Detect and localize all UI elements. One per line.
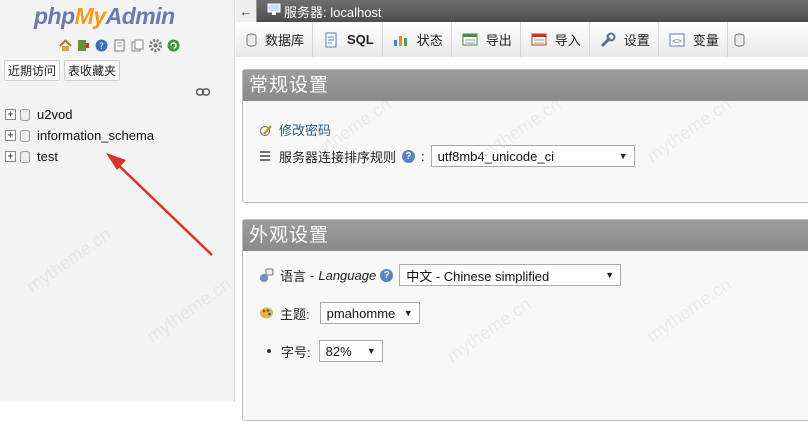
favorites-tab[interactable]: 表收藏夹 xyxy=(64,60,121,81)
database-icon xyxy=(20,129,30,142)
expand-icon[interactable]: + xyxy=(5,109,16,120)
database-name[interactable]: test xyxy=(37,149,58,164)
general-settings-panel: 常规设置 修改密码 服务器连接排序规则 ? : utf8mb4_unicode_… xyxy=(242,69,808,203)
help-icon[interactable]: ? xyxy=(94,38,109,53)
chevron-down-icon: ▼ xyxy=(366,346,376,356)
import-icon xyxy=(531,33,547,46)
appearance-settings-panel: 外观设置 语言 - Language ? 中文 - Chinese simpli… xyxy=(242,219,808,421)
language-label: 语言 xyxy=(280,268,307,284)
server-breadcrumb-bar: ← 服务器: localhost xyxy=(236,0,808,22)
database-name[interactable]: information_schema xyxy=(37,128,154,143)
home-icon[interactable] xyxy=(58,38,73,53)
database-icon xyxy=(20,150,30,163)
palette-icon xyxy=(259,306,274,320)
language-row: 语言 - Language ? 中文 - Chinese simplified … xyxy=(259,264,622,286)
database-item[interactable]: + information_schema xyxy=(5,125,154,146)
collation-label: 服务器连接排序规则 xyxy=(279,149,397,165)
font-size-row: 字号: 82% ▼ xyxy=(259,340,383,362)
export-icon xyxy=(462,33,478,46)
variables-icon: <> xyxy=(669,33,685,47)
copy-icon[interactable] xyxy=(130,38,145,53)
exit-icon[interactable] xyxy=(76,38,91,53)
server-icon xyxy=(267,3,281,19)
database-tree: + u2vod + information_schema + test xyxy=(5,104,154,167)
bullet-icon xyxy=(267,349,271,353)
tab-status[interactable]: 状态 xyxy=(383,22,452,57)
appearance-settings-title: 外观设置 xyxy=(243,220,808,251)
database-icon xyxy=(20,108,30,121)
recent-tab[interactable]: 近期访问 xyxy=(4,60,61,81)
tab-sql[interactable]: SQL xyxy=(313,22,383,57)
tab-export[interactable]: 导出 xyxy=(452,22,521,57)
collation-row: 服务器连接排序规则 ? : utf8mb4_unicode_ci ▼ xyxy=(259,145,635,167)
language-select[interactable]: 中文 - Chinese simplified ▼ xyxy=(399,264,622,286)
nav-tabs: 近期访问 表收藏夹 xyxy=(4,60,121,81)
language-label-en: Language xyxy=(318,267,377,283)
nav-icon-bar: ? xyxy=(58,38,181,53)
theme-select[interactable]: pmahomme ▼ xyxy=(319,302,420,324)
font-size-select[interactable]: 82% ▼ xyxy=(318,340,383,362)
collation-select[interactable]: utf8mb4_unicode_ci ▼ xyxy=(430,145,635,167)
status-icon xyxy=(393,33,409,47)
chevron-down-icon: ▼ xyxy=(605,270,615,280)
list-icon xyxy=(259,150,271,162)
help-icon[interactable]: ? xyxy=(402,149,416,163)
tab-variables[interactable]: <> 变量 xyxy=(659,22,728,57)
reload-icon[interactable] xyxy=(166,38,181,53)
change-password-link[interactable]: 修改密码 xyxy=(279,120,331,139)
database-icon xyxy=(246,33,257,47)
language-icon xyxy=(259,268,274,283)
settings-icon[interactable] xyxy=(148,38,163,53)
expand-icon[interactable]: + xyxy=(5,130,16,141)
chevron-down-icon: ▼ xyxy=(403,308,413,318)
server-title[interactable]: 服务器: localhost xyxy=(284,2,382,21)
tab-import[interactable]: 导入 xyxy=(521,22,590,57)
phpmyadmin-logo[interactable]: phpMyAdmin xyxy=(34,3,175,30)
database-item[interactable]: + u2vod xyxy=(5,104,154,125)
chevron-down-icon: ▼ xyxy=(618,151,628,161)
database-item[interactable]: + test xyxy=(5,146,154,167)
font-size-label: 字号: xyxy=(281,344,311,360)
navigation-panel: phpMyAdmin ? 近期访问 表收藏夹 + u2vod + informa… xyxy=(0,0,235,402)
theme-label: 主题: xyxy=(280,306,310,322)
expand-icon[interactable]: + xyxy=(5,151,16,162)
tab-settings[interactable]: 设置 xyxy=(590,22,659,57)
tab-more[interactable] xyxy=(728,22,759,57)
collapse-nav-button[interactable]: ← xyxy=(236,0,257,22)
main-menu: 数据库 SQL 状态 导出 导入 设置 <> 变量 xyxy=(236,22,808,58)
svg-text:<>: <> xyxy=(672,36,682,45)
general-settings-title: 常规设置 xyxy=(243,70,808,101)
theme-row: 主题: pmahomme ▼ xyxy=(259,302,420,324)
link-icon[interactable] xyxy=(195,84,211,99)
collation-separator: : xyxy=(421,148,425,164)
help-icon[interactable]: ? xyxy=(380,268,394,282)
database-icon xyxy=(734,33,745,47)
change-password-row: 修改密码 xyxy=(259,120,331,139)
database-name[interactable]: u2vod xyxy=(37,107,72,122)
docs-icon[interactable] xyxy=(112,38,127,53)
wrench-icon xyxy=(600,32,616,48)
tab-databases[interactable]: 数据库 xyxy=(236,22,314,57)
svg-text:?: ? xyxy=(99,42,104,52)
sql-icon xyxy=(323,32,339,48)
main-content: 常规设置 修改密码 服务器连接排序规则 ? : utf8mb4_unicode_… xyxy=(236,57,808,421)
pencil-icon xyxy=(259,123,273,137)
